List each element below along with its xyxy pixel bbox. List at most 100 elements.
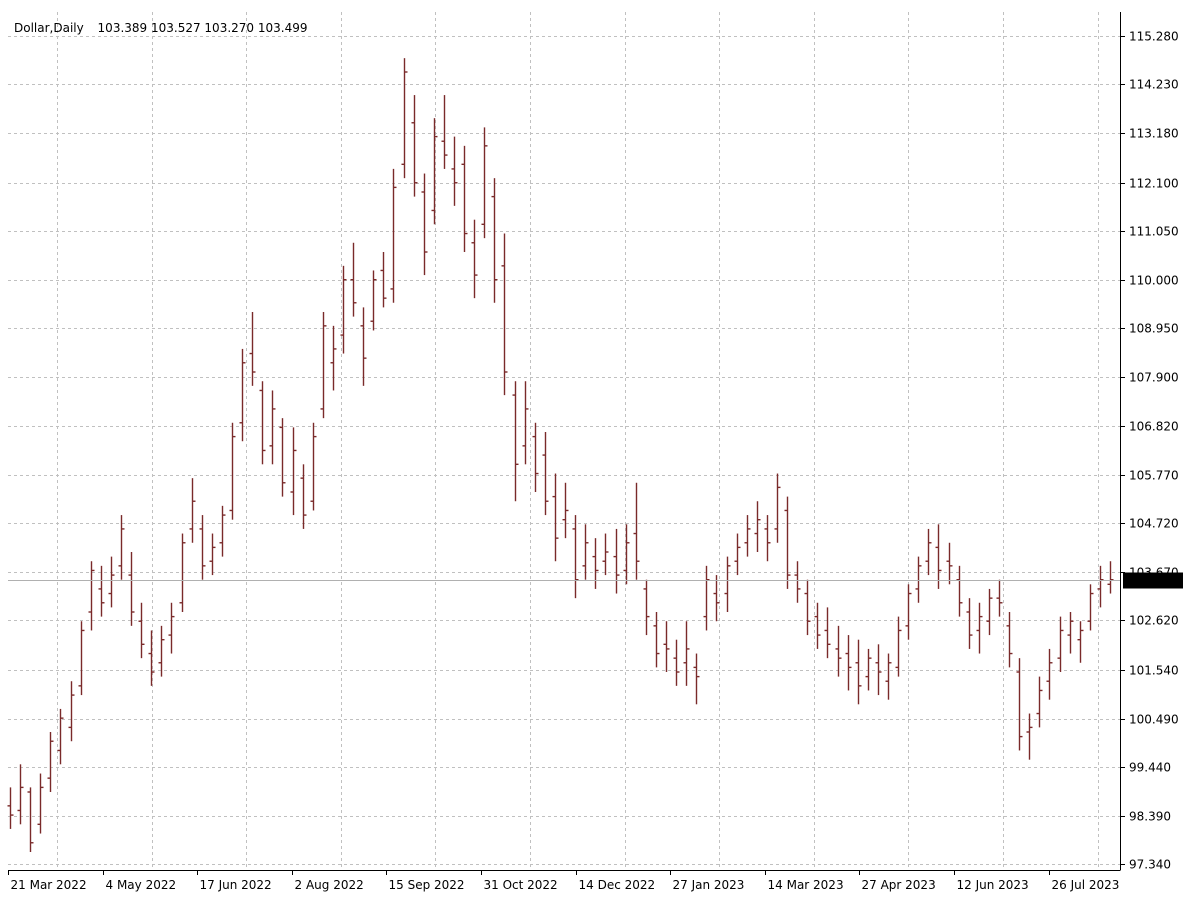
ohlc-bar — [491, 178, 498, 303]
price-tick-label: 99.440 — [1129, 761, 1171, 775]
chart-symbol: Dollar,Daily — [14, 21, 84, 35]
ohlc-bar — [168, 602, 175, 654]
time-axis-ticks: 21 Mar 2022 4 May 2022 17 Jun 2022 2 Aug 20… — [8, 870, 1120, 892]
ohlc-bar — [360, 307, 367, 386]
price-axis-ticks: 115.280 114.230 113.180 112.100 111.050 110.0… — [1120, 30, 1179, 872]
ohlc-bar — [209, 533, 216, 576]
ohlc-bar — [269, 390, 276, 465]
ohlc-bar — [501, 233, 508, 396]
ohlc-bar — [1087, 584, 1094, 631]
ohlc-bar — [592, 538, 599, 589]
ohlc-bar — [956, 565, 963, 617]
ohlc-bar — [542, 432, 549, 516]
ohlc-bar — [431, 118, 438, 225]
ohlc-bar — [411, 95, 418, 197]
price-tick-label: 98.390 — [1129, 810, 1171, 824]
ohlc-bar — [370, 270, 377, 331]
time-tick-label: 14 Dec 2022 — [579, 878, 656, 892]
ohlc-bar — [996, 579, 1003, 617]
ohlc-bar — [401, 58, 408, 179]
ohlc-bar — [189, 478, 196, 543]
ohlc-bar — [421, 173, 428, 276]
ohlc-bar — [350, 242, 357, 317]
ohlc-bar — [613, 528, 620, 594]
ohlc-bar — [532, 422, 539, 492]
ohlc-bar — [27, 787, 34, 852]
ohlc-bar — [915, 556, 922, 603]
ohlc-bar — [946, 542, 953, 585]
time-tick-label: 21 Mar 2022 — [11, 878, 87, 892]
chart-header: Dollar,Daily 103.389 103.527 103.270 103… — [14, 21, 307, 35]
price-tick-label: 106.820 — [1129, 420, 1179, 434]
ohlc-bar — [239, 348, 246, 442]
current-price-label-text: 103.499 — [1127, 574, 1177, 588]
ohlc-bar — [118, 515, 125, 580]
ohlc-bar — [57, 708, 64, 765]
price-tick-label: 102.620 — [1129, 614, 1179, 628]
ohlc-bar — [138, 602, 145, 659]
ohlc-bar — [47, 732, 54, 792]
ohlc-bar — [724, 556, 731, 612]
ohlc-bar — [885, 653, 892, 700]
chart-grid — [8, 12, 1120, 870]
current-price-label: 103.499 — [1123, 572, 1183, 589]
ohlc-bar — [98, 565, 105, 617]
ohlc-bar — [1107, 561, 1114, 594]
ohlc-chart: 115.280 114.230 113.180 112.100 111.050 110.0… — [7, 12, 1183, 892]
ohlc-bar — [875, 644, 882, 696]
ohlc-bar — [229, 422, 236, 520]
price-tick-label: 113.180 — [1129, 127, 1179, 141]
ohlc-bar — [1026, 713, 1033, 760]
ohlc-bar — [290, 427, 297, 516]
ohlc-bar — [905, 584, 912, 640]
price-tick-label: 101.540 — [1129, 664, 1179, 678]
time-tick-label: 2 Aug 2022 — [295, 878, 364, 892]
price-tick-label: 104.720 — [1129, 517, 1179, 531]
ohlc-bar — [754, 501, 761, 552]
time-tick-label: 4 May 2022 — [106, 878, 177, 892]
price-tick-label: 111.050 — [1129, 225, 1179, 239]
ohlc-bar — [219, 505, 226, 557]
time-tick-label: 14 Mar 2023 — [768, 878, 844, 892]
ohlc-bar — [784, 496, 791, 589]
ohlc-bar — [713, 575, 720, 622]
ohlc-bar — [582, 524, 589, 580]
ohlc-bar — [986, 588, 993, 636]
ohlc-bar — [1057, 616, 1064, 672]
ohlc-bar — [683, 621, 690, 686]
ohlc-bar — [552, 473, 559, 562]
ohlc-bar — [78, 621, 85, 696]
ohlc-bar — [744, 515, 751, 557]
ohlc-bar — [461, 145, 468, 252]
time-tick-label: 31 Oct 2022 — [484, 878, 558, 892]
ohlc-bar — [1067, 612, 1074, 654]
ohlc-bar — [148, 630, 155, 686]
ohlc-bar — [390, 168, 397, 303]
time-tick-label: 26 Jul 2023 — [1052, 878, 1120, 892]
ohlc-bar — [976, 602, 983, 654]
ohlc-bar — [1016, 658, 1023, 751]
ohlc-bar — [249, 312, 256, 386]
ohlc-bar — [814, 602, 821, 649]
ohlc-bar — [572, 515, 579, 599]
ohlc-bar — [37, 773, 44, 834]
ohlc-bar — [451, 136, 458, 206]
ohlc-bar — [673, 639, 680, 686]
ohlc-bar — [310, 422, 317, 511]
ohlc-bar — [804, 579, 811, 636]
price-tick-label: 115.280 — [1129, 30, 1179, 44]
ohlc-bar — [441, 95, 448, 169]
time-tick-label: 27 Jan 2023 — [673, 878, 745, 892]
ohlc-bar — [845, 635, 852, 691]
ohlc-bar — [623, 524, 630, 585]
time-tick-label: 12 Jun 2023 — [957, 878, 1029, 892]
ohlc-bar — [259, 381, 266, 465]
ohlc-bar — [1046, 648, 1053, 700]
ohlc-bar — [320, 312, 327, 419]
chart-ohlc-values: 103.389 103.527 103.270 103.499 — [98, 21, 308, 35]
ohlc-bar — [279, 418, 286, 497]
ohlc-bar — [633, 482, 640, 580]
time-tick-label: 17 Jun 2022 — [200, 878, 272, 892]
ohlc-bar — [865, 648, 872, 691]
ohlc-bar — [522, 381, 529, 465]
